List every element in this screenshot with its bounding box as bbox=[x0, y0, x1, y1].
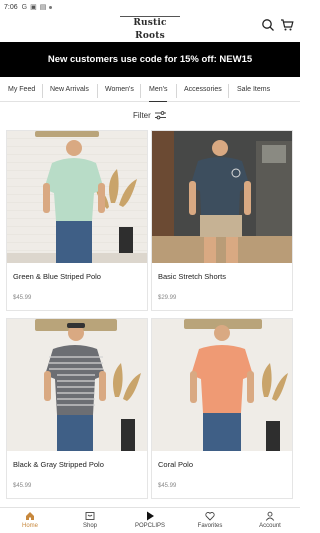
product-price: $45.99 bbox=[13, 295, 32, 301]
account-icon bbox=[265, 511, 275, 521]
cart-icon[interactable] bbox=[280, 18, 294, 32]
tab-my-feed[interactable]: My Feed bbox=[8, 80, 35, 102]
shop-icon bbox=[85, 512, 95, 520]
tab-new-arrivals[interactable]: New Arrivals bbox=[50, 80, 89, 102]
product-image[interactable] bbox=[7, 319, 147, 451]
product-price: $45.99 bbox=[158, 483, 177, 489]
tab-divider bbox=[176, 84, 177, 98]
nav-label: Home bbox=[21, 523, 38, 529]
logo[interactable]: Rustic Roots BOUTIQUE & APPAREL bbox=[120, 16, 180, 49]
nav-shop[interactable]: Shop bbox=[70, 511, 110, 529]
product-name[interactable]: Coral Polo bbox=[158, 460, 193, 469]
filter-label: Filter bbox=[133, 110, 151, 120]
product-price: $29.99 bbox=[158, 295, 177, 301]
product-card[interactable]: Green & Blue Striped Polo $45.99 bbox=[6, 130, 148, 311]
filter-button[interactable]: Filter bbox=[133, 108, 166, 122]
tab-accessories[interactable]: Accessories bbox=[184, 80, 222, 102]
tab-divider bbox=[97, 84, 98, 98]
tab-divider bbox=[140, 84, 141, 98]
product-image[interactable] bbox=[152, 131, 292, 263]
nav-account[interactable]: Account bbox=[250, 511, 290, 529]
product-card[interactable]: Coral Polo $45.99 bbox=[151, 318, 293, 499]
tab-sale-items[interactable]: Sale Items bbox=[237, 80, 270, 102]
product-name[interactable]: Green & Blue Striped Polo bbox=[13, 272, 101, 281]
wifi-icon: ▤ bbox=[39, 4, 47, 11]
nav-label: Account bbox=[259, 523, 281, 529]
nav-label: Favorites bbox=[197, 523, 223, 529]
promo-text: New customers use code for 15% off: NEW1… bbox=[47, 54, 253, 65]
status-bar: 7:06 G ▣ ▤ bbox=[0, 0, 300, 14]
search-icon[interactable] bbox=[261, 18, 275, 32]
home-icon bbox=[26, 512, 34, 520]
logo-text: Rustic Roots bbox=[120, 16, 180, 44]
category-tabs: My Feed New Arrivals Women's Men's Acces… bbox=[0, 80, 300, 102]
tab-mens[interactable]: Men's bbox=[149, 80, 168, 102]
nav-label: Shop bbox=[82, 523, 97, 529]
dot-icon bbox=[49, 5, 53, 9]
promo-banner[interactable]: New customers use code for 15% off: NEW1… bbox=[0, 42, 300, 77]
heart-icon bbox=[205, 512, 215, 521]
status-time: 7:06 bbox=[4, 3, 18, 11]
tab-divider bbox=[42, 84, 43, 98]
product-image[interactable] bbox=[152, 319, 292, 451]
product-name[interactable]: Basic Stretch Shorts bbox=[158, 272, 226, 281]
google-icon: G bbox=[21, 3, 28, 11]
play-icon bbox=[147, 511, 154, 521]
nav-label: POPCLIPS bbox=[134, 523, 165, 529]
product-card[interactable]: Black & Gray Stripped Polo $45.99 bbox=[6, 318, 148, 499]
product-name[interactable]: Black & Gray Stripped Polo bbox=[13, 460, 104, 469]
bottom-nav: Home Shop POPCLIPS Favorites Account bbox=[0, 507, 300, 533]
nav-favorites[interactable]: Favorites bbox=[190, 511, 230, 529]
product-card[interactable]: Basic Stretch Shorts $29.99 bbox=[151, 130, 293, 311]
nav-popclips[interactable]: POPCLIPS bbox=[130, 511, 170, 529]
app-header: Rustic Roots BOUTIQUE & APPAREL bbox=[0, 14, 300, 49]
sliders-icon bbox=[154, 110, 166, 119]
notification-icon: ▣ bbox=[30, 4, 37, 11]
tab-divider bbox=[228, 84, 229, 98]
tab-womens[interactable]: Women's bbox=[105, 80, 134, 102]
nav-home[interactable]: Home bbox=[10, 511, 50, 529]
product-price: $45.99 bbox=[13, 483, 32, 489]
product-image[interactable] bbox=[7, 131, 147, 263]
